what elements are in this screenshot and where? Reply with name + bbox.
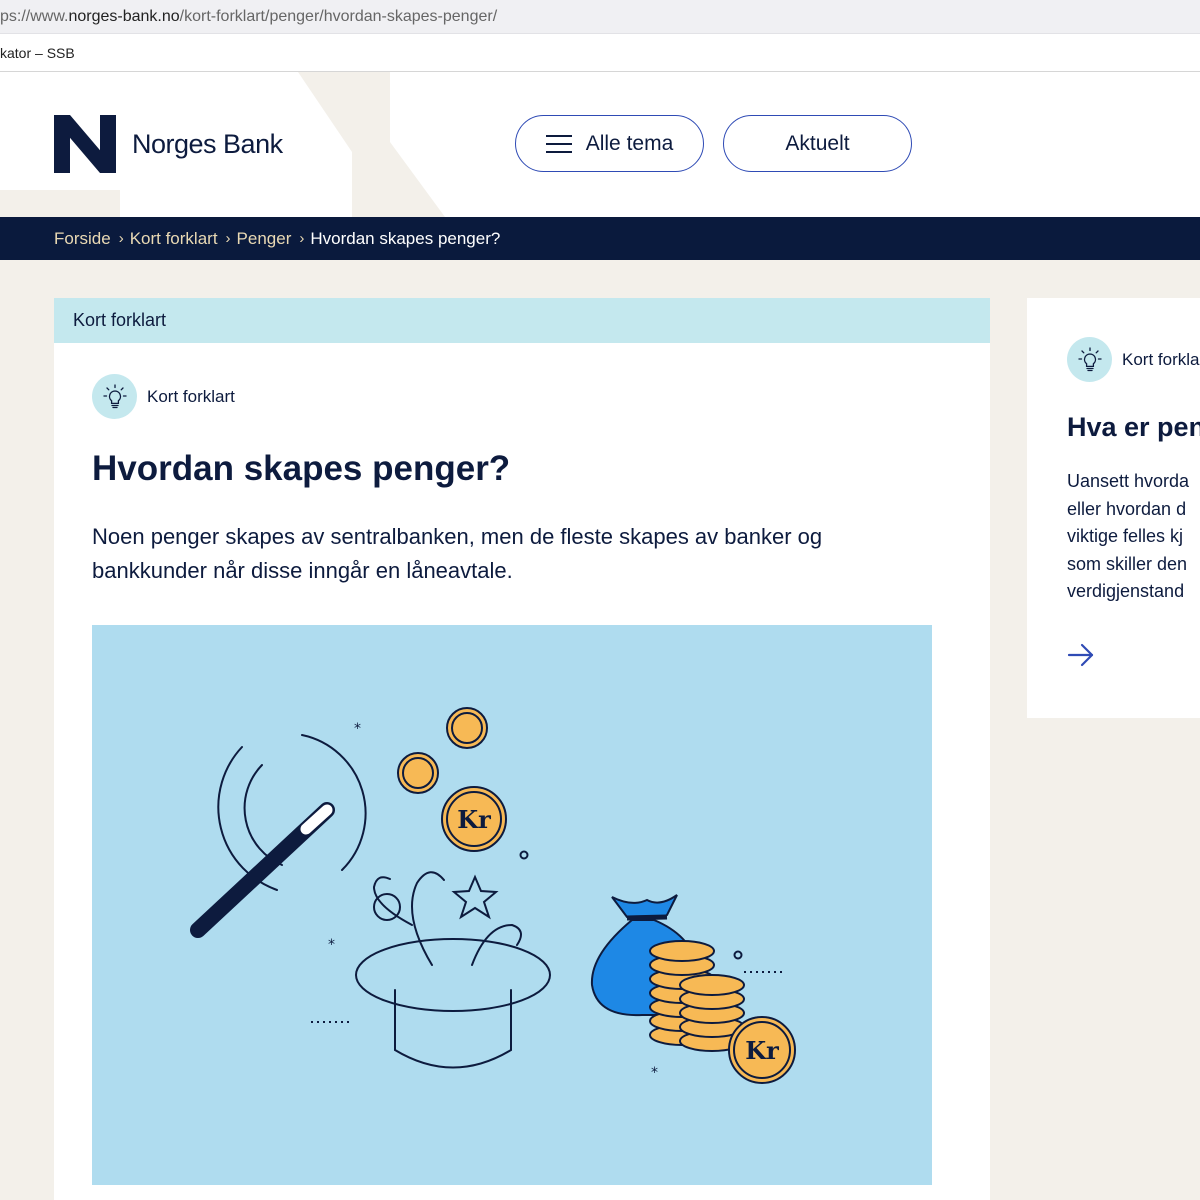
url-prefix: ps://www.	[0, 8, 69, 25]
related-body: Uansett hvorda eller hvordan d viktige f…	[1067, 468, 1189, 606]
related-category-badge: Kort forkla	[1067, 337, 1199, 382]
lightbulb-icon	[102, 383, 127, 408]
page-title: Hvordan skapes penger?	[92, 449, 511, 488]
svg-text:*: *	[651, 1065, 658, 1081]
coin-label: Kr	[745, 1036, 779, 1065]
norges-bank-logo-icon	[54, 115, 116, 173]
magic-money-illustration: * * * Kr Kr	[190, 707, 796, 1084]
address-bar[interactable]: ps://www.norges-bank.no/kort-forklart/pe…	[0, 0, 1200, 34]
coin-label: Kr	[457, 805, 491, 834]
bookmark-item[interactable]: kator – SSB	[0, 45, 75, 61]
breadcrumb-current: Hvordan skapes penger?	[310, 228, 501, 248]
breadcrumb-link-penger[interactable]: Penger	[237, 229, 292, 249]
chevron-right-icon: ›	[299, 230, 305, 247]
lightbulb-icon	[1077, 346, 1102, 371]
lead-paragraph: Noen penger skapes av sentralbanken, men…	[92, 524, 823, 583]
arrow-right-icon[interactable]	[1067, 643, 1095, 667]
chevron-right-icon: ›	[225, 230, 231, 247]
category-badge: Kort forklart	[92, 374, 235, 419]
logo-text: Norges Bank	[132, 128, 283, 159]
svg-text:*: *	[354, 721, 361, 737]
related-card[interactable]: Kort forkla Hva er pen Uansett hvorda el…	[1027, 298, 1200, 718]
all-topics-label: Alle tema	[585, 131, 674, 155]
related-body-line: Uansett hvorda	[1067, 471, 1190, 491]
site-header: Norges Bank Alle tema Aktuelt	[0, 72, 1200, 217]
category-label: Kort forklart	[147, 386, 235, 406]
bookmark-bar: kator – SSB	[0, 34, 1200, 72]
related-title: Hva er pen	[1067, 412, 1200, 442]
url-path: /kort-forklart/penger/hvordan-skapes-pen…	[179, 8, 498, 25]
breadcrumb: Forside › Kort forklart › Penger › Hvord…	[0, 217, 1200, 260]
illustration: * * * Kr Kr	[92, 625, 932, 1185]
svg-text:*: *	[328, 937, 335, 953]
chevron-right-icon: ›	[118, 230, 124, 247]
article-band: Kort forklart	[54, 298, 990, 343]
related-body-line: viktige felles kj	[1067, 526, 1184, 546]
news-button[interactable]: Aktuelt	[723, 115, 912, 172]
related-category-label: Kort forkla	[1122, 349, 1200, 369]
hamburger-icon	[545, 134, 572, 153]
article-card: Kort forklart Kort forklart Hvordan skap…	[54, 298, 990, 1200]
logo-link[interactable]: Norges Bank	[54, 115, 283, 173]
news-label: Aktuelt	[785, 131, 850, 155]
url-host: norges-bank.no	[68, 8, 180, 25]
related-body-line: verdigjenstand	[1067, 581, 1185, 601]
breadcrumb-link-kort-forklart[interactable]: Kort forklart	[130, 229, 218, 249]
all-topics-button[interactable]: Alle tema	[515, 115, 704, 172]
related-body-line: som skiller den	[1067, 553, 1188, 574]
breadcrumb-link-home[interactable]: Forside	[54, 229, 111, 249]
related-body-line: eller hvordan d	[1067, 498, 1187, 519]
